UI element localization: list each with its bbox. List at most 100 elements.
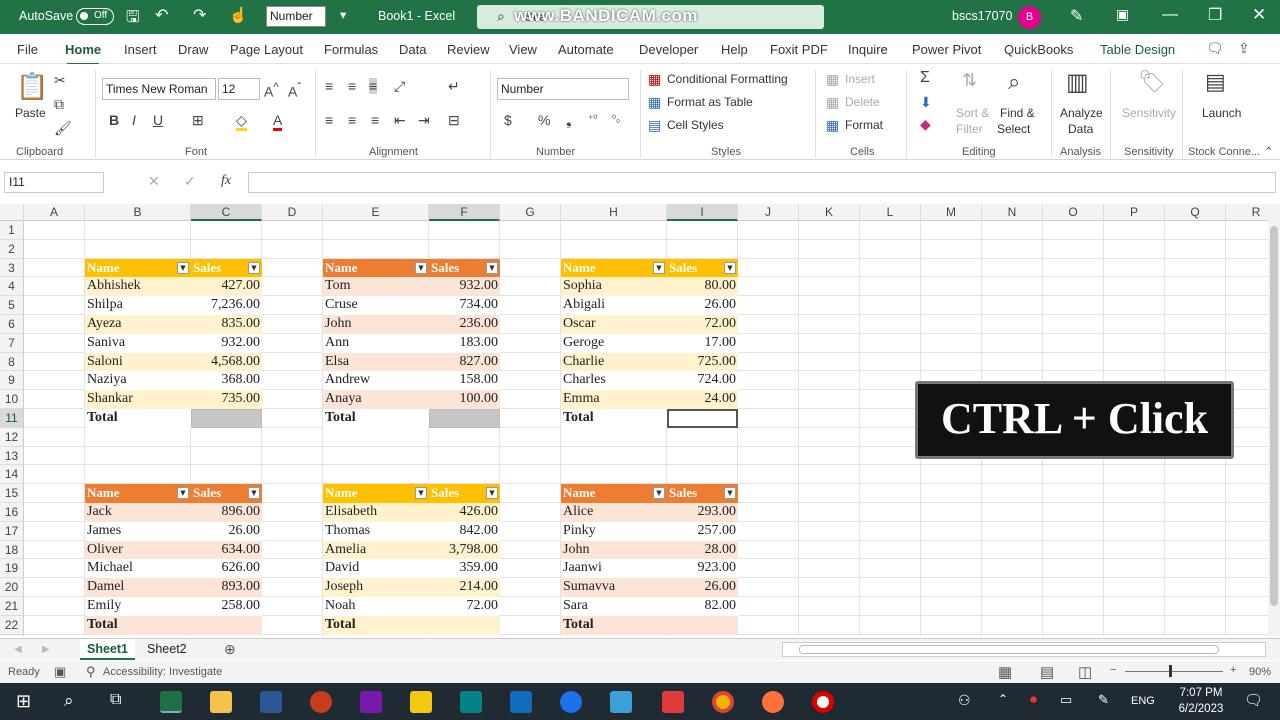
tab-foxit-pdf[interactable]: Foxit PDF bbox=[770, 42, 828, 57]
decrease-font-icon[interactable]: Aˇ bbox=[288, 80, 301, 100]
tab-view[interactable]: View bbox=[509, 42, 537, 57]
row-header-11[interactable]: 11 bbox=[0, 409, 24, 428]
align-bottom-icon[interactable]: ≡ bbox=[369, 78, 378, 94]
tab-table-design[interactable]: Table Design bbox=[1100, 42, 1175, 57]
customize-qat-icon[interactable]: ▾ bbox=[340, 7, 346, 22]
tab-file[interactable]: File bbox=[17, 42, 38, 57]
filter-dropdown-icon[interactable]: ▼ bbox=[415, 261, 427, 274]
sales-cell[interactable]: 932.00 bbox=[191, 333, 262, 353]
filter-dropdown-icon[interactable]: ▼ bbox=[248, 487, 260, 500]
filter-dropdown-icon[interactable]: ▼ bbox=[248, 261, 260, 274]
horizontal-scrollbar[interactable] bbox=[782, 642, 1266, 657]
borders-icon[interactable]: ⊞ bbox=[192, 112, 204, 128]
total-label[interactable]: Total bbox=[323, 615, 429, 635]
name-cell[interactable]: Saloni bbox=[85, 352, 191, 372]
filter-dropdown-icon[interactable]: ▼ bbox=[486, 261, 498, 274]
tab-page-layout[interactable]: Page Layout bbox=[230, 42, 303, 57]
page-break-view-icon[interactable]: ◫ bbox=[1078, 663, 1092, 681]
zoom-in-icon[interactable]: + bbox=[1230, 664, 1236, 676]
windows-start-icon[interactable]: ⊞ bbox=[16, 692, 31, 710]
sensitivity-button[interactable]: Sensitivity bbox=[1122, 106, 1176, 120]
name-cell[interactable]: Geroge bbox=[561, 333, 667, 353]
ribbon-display-icon[interactable]: ▣ bbox=[1116, 6, 1129, 23]
align-right-icon[interactable]: ≡ bbox=[371, 112, 379, 128]
next-sheet-icon[interactable]: ▶ bbox=[42, 642, 50, 658]
column-header-m[interactable]: M bbox=[921, 204, 982, 221]
name-cell[interactable]: Elisabeth bbox=[323, 503, 429, 522]
word-app-icon[interactable] bbox=[260, 691, 282, 713]
tab-help[interactable]: Help bbox=[721, 42, 748, 57]
name-cell[interactable]: Abhishek bbox=[85, 277, 191, 297]
notifications-icon[interactable]: 🗨 bbox=[1244, 691, 1263, 709]
clear-icon[interactable]: ◆ bbox=[920, 116, 931, 132]
font-name-dropdown[interactable]: Times New Roman bbox=[102, 78, 216, 100]
sales-cell[interactable]: 24.00 bbox=[667, 390, 738, 409]
name-box[interactable]: I11 bbox=[4, 172, 104, 193]
row-header-10[interactable]: 10 bbox=[0, 390, 24, 409]
row-header-1[interactable]: 1 bbox=[0, 221, 24, 240]
total-label[interactable]: Total bbox=[561, 409, 667, 428]
vertical-scrollbar[interactable] bbox=[1268, 204, 1280, 636]
sales-cell[interactable]: 427.00 bbox=[191, 277, 262, 297]
column-header-l[interactable]: L bbox=[860, 204, 921, 221]
zoom-out-icon[interactable]: − bbox=[1110, 664, 1116, 676]
enter-icon[interactable]: ✓ bbox=[184, 173, 196, 189]
sheet-tab-2[interactable]: Sheet2 bbox=[140, 639, 194, 660]
sales-cell[interactable]: 236.00 bbox=[429, 315, 500, 334]
column-header-n[interactable]: N bbox=[982, 204, 1043, 221]
recording-icon[interactable]: ⏺ bbox=[1030, 691, 1037, 708]
currency-icon[interactable]: $ bbox=[504, 112, 512, 128]
sales-cell[interactable]: 725.00 bbox=[667, 352, 738, 372]
redo-icon[interactable]: ↷ bbox=[193, 5, 206, 25]
tab-data[interactable]: Data bbox=[399, 42, 426, 57]
wrap-text-icon[interactable]: ↵ bbox=[448, 78, 460, 94]
align-middle-icon[interactable]: ≡ bbox=[348, 78, 356, 94]
sales-cell[interactable]: 82.00 bbox=[667, 597, 738, 616]
table-header-sales[interactable]: Sales ▼ bbox=[429, 258, 500, 278]
paste-button[interactable]: Paste bbox=[15, 106, 46, 120]
table-header-sales[interactable]: Sales ▼ bbox=[667, 484, 738, 503]
touch-mode-icon[interactable]: ☝ bbox=[229, 6, 248, 24]
column-header-o[interactable]: O bbox=[1043, 204, 1104, 221]
name-cell[interactable]: Pinky bbox=[561, 521, 667, 541]
merge-center-icon[interactable]: ⊟ bbox=[448, 112, 460, 128]
sales-cell[interactable]: 214.00 bbox=[429, 578, 500, 597]
firefox-browser-icon[interactable] bbox=[762, 691, 784, 713]
number-format-dropdown[interactable]: Number bbox=[497, 78, 629, 100]
table-header-name[interactable]: Name ▼ bbox=[323, 258, 429, 278]
sales-cell[interactable]: 426.00 bbox=[429, 503, 500, 522]
tab-formulas[interactable]: Formulas bbox=[324, 42, 378, 57]
row-header-9[interactable]: 9 bbox=[0, 371, 24, 391]
sales-cell[interactable]: 842.00 bbox=[429, 521, 500, 541]
name-cell[interactable]: David bbox=[323, 559, 429, 579]
row-header-13[interactable]: 13 bbox=[0, 446, 24, 466]
row-header-22[interactable]: 22 bbox=[0, 615, 24, 635]
powerbi-app-icon[interactable] bbox=[410, 691, 432, 713]
row-header-5[interactable]: 5 bbox=[0, 296, 24, 315]
powerpoint-app-icon[interactable] bbox=[310, 691, 332, 713]
prev-sheet-icon[interactable]: ◀ bbox=[14, 642, 22, 658]
row-header-17[interactable]: 17 bbox=[0, 521, 24, 541]
filter-dropdown-icon[interactable]: ▼ bbox=[177, 261, 189, 274]
fill-color-icon[interactable]: ◇ bbox=[236, 112, 247, 131]
sales-cell[interactable]: 72.00 bbox=[429, 597, 500, 616]
row-header-12[interactable]: 12 bbox=[0, 427, 24, 447]
name-cell[interactable]: Emily bbox=[85, 597, 191, 616]
sales-cell[interactable]: 3,798.00 bbox=[429, 540, 500, 560]
page-layout-view-icon[interactable]: ▤ bbox=[1040, 663, 1054, 681]
name-cell[interactable]: John bbox=[323, 315, 429, 334]
row-header-7[interactable]: 7 bbox=[0, 333, 24, 353]
excel-app-icon[interactable] bbox=[160, 691, 182, 713]
sales-cell[interactable]: 626.00 bbox=[191, 559, 262, 579]
tab-power-pivot[interactable]: Power Pivot bbox=[912, 42, 981, 57]
pen-icon[interactable]: ✎ bbox=[1070, 6, 1083, 26]
sales-cell[interactable]: 359.00 bbox=[429, 559, 500, 579]
taskbar-search-icon[interactable]: ⌕ bbox=[64, 691, 74, 711]
zoom-slider-thumb[interactable] bbox=[1169, 665, 1172, 677]
sales-cell[interactable]: 735.00 bbox=[191, 390, 262, 409]
name-cell[interactable]: Noah bbox=[323, 597, 429, 616]
sales-cell[interactable]: 293.00 bbox=[667, 503, 738, 522]
fill-icon[interactable]: ⬇ bbox=[920, 94, 932, 110]
orientation-icon[interactable]: ⤢ bbox=[394, 78, 405, 94]
sales-cell[interactable]: 17.00 bbox=[667, 333, 738, 353]
